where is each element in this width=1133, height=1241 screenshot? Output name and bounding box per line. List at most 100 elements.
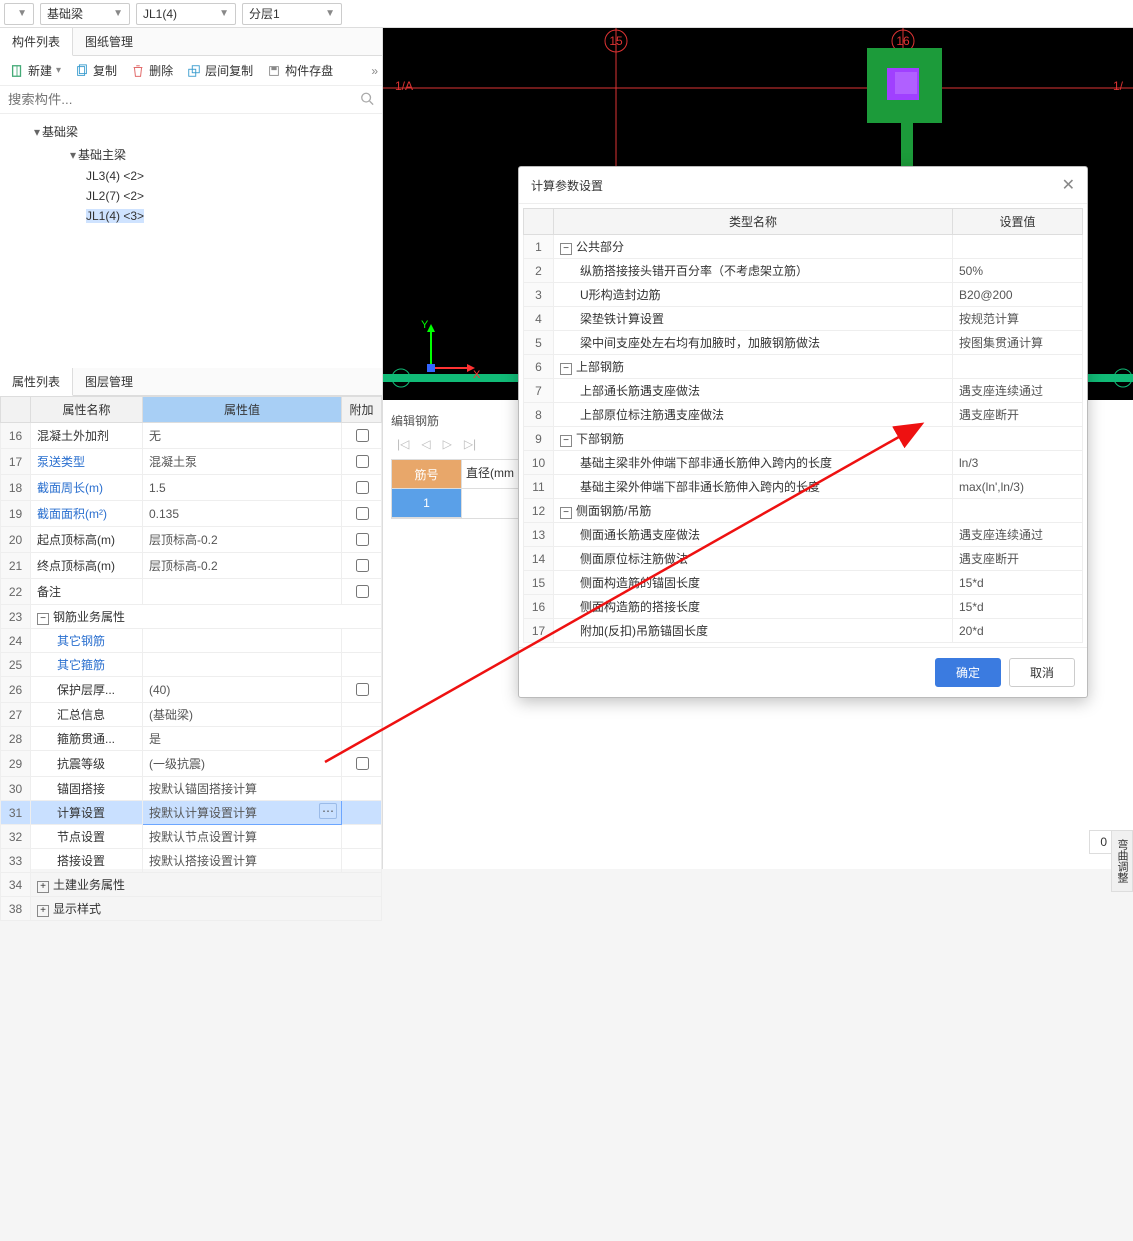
copy-button[interactable]: 复制 bbox=[69, 59, 123, 82]
property-row[interactable]: 18截面周长(m)1.5 bbox=[1, 475, 382, 501]
param-row[interactable]: 9−下部钢筋 bbox=[524, 427, 1083, 451]
dropdown-category[interactable]: 基础梁▼ bbox=[40, 3, 130, 25]
property-row[interactable]: 20起点顶标高(m)层顶标高-0.2 bbox=[1, 527, 382, 553]
close-icon[interactable]: ✕ bbox=[1062, 175, 1075, 195]
tree-node[interactable]: ▾基础梁 bbox=[4, 120, 378, 143]
edit-rebar-title: 编辑钢筋 bbox=[391, 408, 521, 433]
col-value: 属性值 bbox=[143, 397, 342, 423]
param-row[interactable]: 16侧面构造筋的搭接长度15*d bbox=[524, 595, 1083, 619]
col-name: 属性名称 bbox=[31, 397, 143, 423]
property-row[interactable]: 38+显示样式 bbox=[1, 897, 382, 921]
param-row[interactable]: 4梁垫铁计算设置按规范计算 bbox=[524, 307, 1083, 331]
cancel-button[interactable]: 取消 bbox=[1009, 658, 1075, 687]
extra-checkbox[interactable] bbox=[356, 585, 369, 598]
tab-layer-mgmt[interactable]: 图层管理 bbox=[73, 368, 146, 395]
tree-leaf[interactable]: JL3(4) <2> bbox=[4, 166, 378, 186]
svg-text:1/: 1/ bbox=[1113, 79, 1124, 93]
dropdown-blank[interactable]: ▼ bbox=[4, 3, 34, 25]
extra-checkbox[interactable] bbox=[356, 533, 369, 546]
param-row[interactable]: 11基础主梁外伸端下部非通长筋伸入跨内的长度max(ln',ln/3) bbox=[524, 475, 1083, 499]
property-row[interactable]: 34+土建业务属性 bbox=[1, 873, 382, 897]
new-button[interactable]: 新建▾ bbox=[4, 59, 67, 82]
extra-checkbox[interactable] bbox=[356, 429, 369, 442]
expander-icon[interactable]: − bbox=[560, 507, 572, 519]
search-icon[interactable] bbox=[360, 91, 374, 108]
property-row[interactable]: 29抗震等级(一级抗震) bbox=[1, 751, 382, 777]
tab-property-list[interactable]: 属性列表 bbox=[0, 368, 73, 396]
param-row[interactable]: 10基础主梁非外伸端下部非通长筋伸入跨内的长度ln/3 bbox=[524, 451, 1083, 475]
chevron-down-icon: ▼ bbox=[113, 8, 123, 19]
extra-checkbox[interactable] bbox=[356, 757, 369, 770]
right-side-tab[interactable]: 弯曲调整 bbox=[1111, 830, 1133, 892]
extra-checkbox[interactable] bbox=[356, 559, 369, 572]
extra-checkbox[interactable] bbox=[356, 455, 369, 468]
prev-icon[interactable]: ◁ bbox=[421, 437, 430, 451]
param-row[interactable]: 6−上部钢筋 bbox=[524, 355, 1083, 379]
delete-button[interactable]: 删除 bbox=[125, 59, 179, 82]
expander-icon[interactable]: − bbox=[560, 243, 572, 255]
col-set-value: 设置值 bbox=[953, 209, 1083, 235]
expander-icon[interactable]: + bbox=[37, 905, 49, 917]
extra-checkbox[interactable] bbox=[356, 481, 369, 494]
property-row[interactable]: 27汇总信息(基础梁) bbox=[1, 703, 382, 727]
param-row[interactable]: 15侧面构造筋的锚固长度15*d bbox=[524, 571, 1083, 595]
property-row[interactable]: 28箍筋贯通...是 bbox=[1, 727, 382, 751]
ellipsis-button[interactable]: ⋯ bbox=[319, 803, 337, 819]
property-row[interactable]: 25其它箍筋 bbox=[1, 653, 382, 677]
param-row[interactable]: 13侧面通长筋遇支座做法遇支座连续通过 bbox=[524, 523, 1083, 547]
tree-node[interactable]: ▾基础主梁 bbox=[4, 143, 378, 166]
property-row[interactable]: 21终点顶标高(m)层顶标高-0.2 bbox=[1, 553, 382, 579]
chevron-down-icon: ▼ bbox=[17, 8, 27, 19]
param-row[interactable]: 8上部原位标注筋遇支座做法遇支座断开 bbox=[524, 403, 1083, 427]
expander-icon[interactable]: − bbox=[37, 613, 49, 625]
expander-icon[interactable]: − bbox=[560, 435, 572, 447]
param-table: 类型名称 设置值 1−公共部分2纵筋搭接接头错开百分率（不考虑架立筋）50%3U… bbox=[523, 208, 1083, 643]
left-panel: 构件列表 图纸管理 新建▾ 复制 删除 层间复制 构件存盘 » ▾基础梁 ▾基 bbox=[0, 28, 383, 869]
property-row[interactable]: 23−钢筋业务属性 bbox=[1, 605, 382, 629]
param-row[interactable]: 2纵筋搭接接头错开百分率（不考虑架立筋）50% bbox=[524, 259, 1083, 283]
svg-text:15: 15 bbox=[609, 34, 623, 48]
save-component-button[interactable]: 构件存盘 bbox=[261, 59, 339, 82]
property-row[interactable]: 19截面面积(m²)0.135 bbox=[1, 501, 382, 527]
tab-drawing-mgmt[interactable]: 图纸管理 bbox=[73, 28, 146, 55]
param-row[interactable]: 1−公共部分 bbox=[524, 235, 1083, 259]
param-row[interactable]: 7上部通长筋遇支座做法遇支座连续通过 bbox=[524, 379, 1083, 403]
extra-checkbox[interactable] bbox=[356, 507, 369, 520]
param-row[interactable]: 3U形构造封边筋B20@200 bbox=[524, 283, 1083, 307]
svg-text:A: A bbox=[397, 373, 405, 385]
expander-icon[interactable]: − bbox=[560, 363, 572, 375]
param-row[interactable]: 17附加(反扣)吊筋锚固长度20*d bbox=[524, 619, 1083, 643]
ok-button[interactable]: 确定 bbox=[935, 658, 1001, 687]
property-row[interactable]: 24其它钢筋 bbox=[1, 629, 382, 653]
dropdown-layer[interactable]: 分层1▼ bbox=[242, 3, 342, 25]
tree-leaf-selected[interactable]: JL1(4) <3> bbox=[4, 206, 378, 226]
rebar-mini-grid[interactable]: 筋号 1 直径(mm bbox=[391, 459, 521, 519]
property-row[interactable]: 22备注 bbox=[1, 579, 382, 605]
col-type-name: 类型名称 bbox=[554, 209, 953, 235]
tab-component-list[interactable]: 构件列表 bbox=[0, 28, 73, 56]
tree-leaf[interactable]: JL2(7) <2> bbox=[4, 186, 378, 206]
svg-text:16: 16 bbox=[896, 34, 910, 48]
property-row[interactable]: 26保护层厚...(40) bbox=[1, 677, 382, 703]
more-icon[interactable]: » bbox=[371, 64, 378, 78]
dropdown-component[interactable]: JL1(4)▼ bbox=[136, 3, 236, 25]
property-row[interactable]: 31计算设置按默认计算设置计算⋯ bbox=[1, 801, 382, 825]
param-row[interactable]: 14侧面原位标注筋做法遇支座断开 bbox=[524, 547, 1083, 571]
property-row[interactable]: 30锚固搭接按默认锚固搭接计算 bbox=[1, 777, 382, 801]
property-row[interactable]: 16混凝土外加剂无 bbox=[1, 423, 382, 449]
property-row[interactable]: 17泵送类型混凝土泵 bbox=[1, 449, 382, 475]
param-row[interactable]: 12−侧面钢筋/吊筋 bbox=[524, 499, 1083, 523]
component-tree: ▾基础梁 ▾基础主梁 JL3(4) <2> JL2(7) <2> JL1(4) … bbox=[0, 114, 382, 368]
search-box bbox=[0, 86, 382, 114]
param-row[interactable]: 5梁中间支座处左右均有加腋时，加腋钢筋做法按图集贯通计算 bbox=[524, 331, 1083, 355]
first-icon[interactable]: |◁ bbox=[397, 437, 409, 451]
chevron-down-icon: ▼ bbox=[219, 8, 229, 19]
next-icon[interactable]: ▷ bbox=[443, 437, 452, 451]
search-input[interactable] bbox=[0, 86, 382, 113]
extra-checkbox[interactable] bbox=[356, 683, 369, 696]
property-row[interactable]: 32节点设置按默认节点设置计算 bbox=[1, 825, 382, 849]
last-icon[interactable]: ▷| bbox=[464, 437, 476, 451]
upper-tabs: 构件列表 图纸管理 bbox=[0, 28, 382, 56]
expander-icon[interactable]: + bbox=[37, 881, 49, 893]
layer-copy-button[interactable]: 层间复制 bbox=[181, 59, 259, 82]
